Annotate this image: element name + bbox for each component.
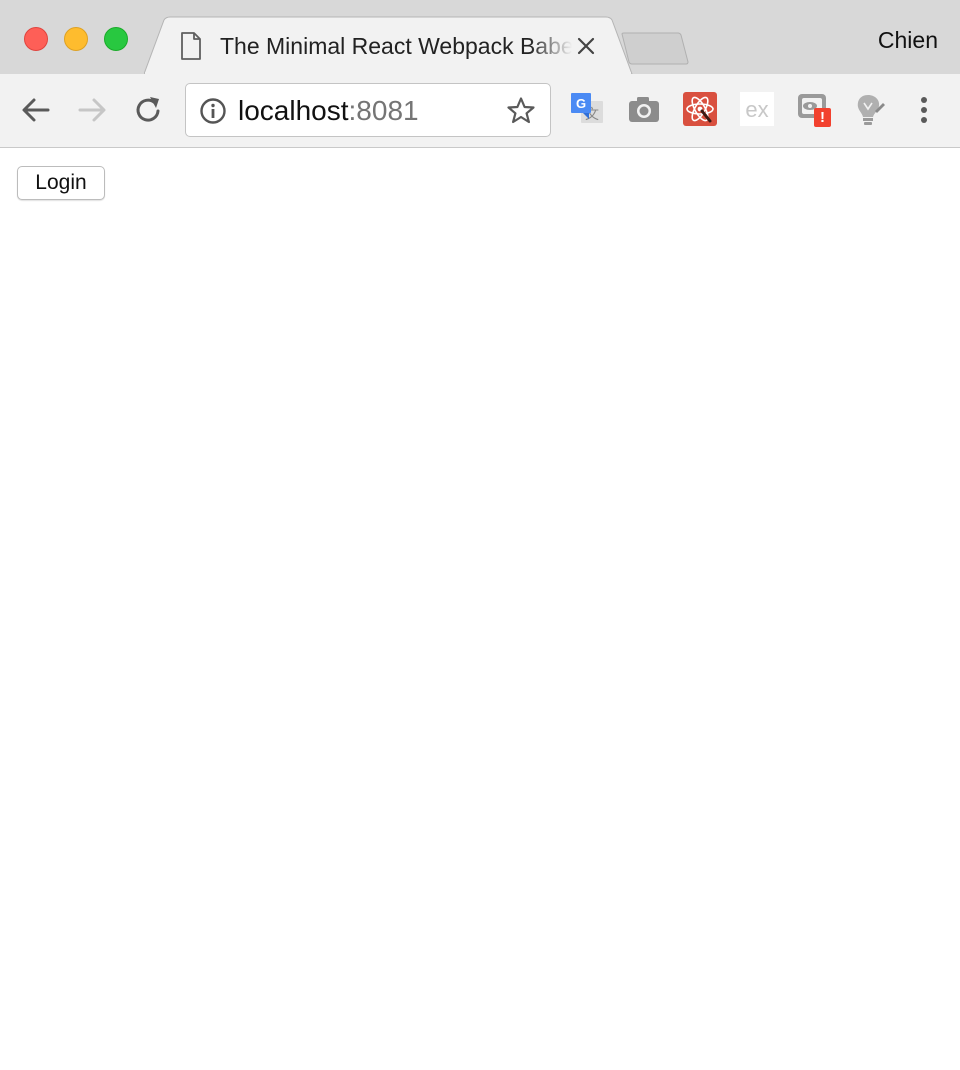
bookmark-star-icon[interactable] <box>506 96 536 126</box>
url-host: localhost <box>238 95 349 126</box>
browser-toolbar: localhost:8081 文 G ex ! <box>0 74 960 148</box>
svg-text:ex: ex <box>745 97 768 122</box>
tab-title: The Minimal React Webpack Babel Setup <box>220 33 572 59</box>
url-port: :8081 <box>348 95 419 126</box>
new-tab-button[interactable] <box>620 32 690 66</box>
window-titlebar: The Minimal React Webpack Babel Setup Ch… <box>0 0 960 74</box>
reload-icon[interactable] <box>130 92 166 128</box>
document-icon <box>181 32 201 60</box>
kebab-menu-icon[interactable] <box>909 93 939 129</box>
close-window-button[interactable] <box>24 27 48 51</box>
lightbulb-icon[interactable] <box>851 91 887 127</box>
address-bar[interactable]: localhost:8081 <box>185 83 551 137</box>
info-icon[interactable] <box>199 97 227 125</box>
back-arrow-icon[interactable] <box>18 92 54 128</box>
minimize-window-button[interactable] <box>64 27 88 51</box>
url-text[interactable]: localhost:8081 <box>238 95 419 127</box>
profile-name[interactable]: Chien <box>878 27 938 53</box>
react-devtools-icon[interactable] <box>682 91 718 127</box>
extension-badge: ! <box>820 109 825 126</box>
svg-text:G: G <box>576 96 586 111</box>
active-tab[interactable]: The Minimal React Webpack Babel Setup <box>170 18 610 74</box>
login-button[interactable]: Login <box>17 166 105 200</box>
eye-extension-button[interactable]: ! <box>795 91 831 127</box>
google-translate-icon[interactable]: 文 G <box>569 91 605 127</box>
close-tab-icon[interactable] <box>574 34 598 58</box>
ex-icon[interactable]: ex <box>739 91 775 127</box>
forward-arrow-icon[interactable] <box>74 92 110 128</box>
maximize-window-button[interactable] <box>104 27 128 51</box>
camera-icon[interactable] <box>626 91 662 127</box>
